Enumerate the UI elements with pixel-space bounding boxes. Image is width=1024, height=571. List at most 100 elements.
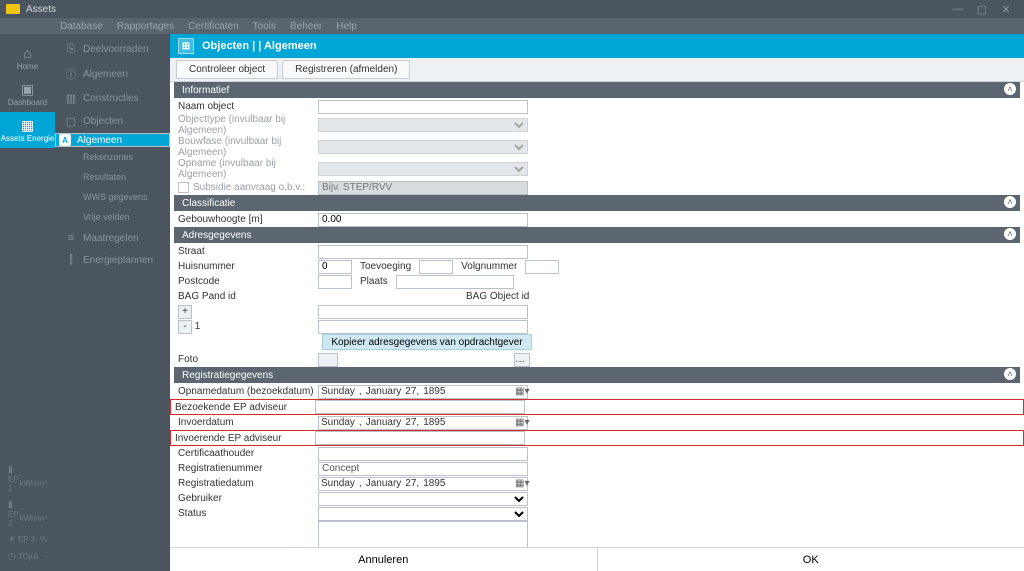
select-gebruiker[interactable] <box>318 492 528 506</box>
nav-wws[interactable]: WWS gegevens <box>55 187 170 207</box>
metric-ep3: ✶ EP 3- % <box>0 531 55 548</box>
rail-dashboard[interactable]: ▣Dashboard <box>0 76 55 112</box>
menubar: Database Rapportages Certificaten Tools … <box>0 18 1024 34</box>
close-button[interactable]: ✕ <box>994 3 1018 16</box>
label-straat: Straat <box>174 246 314 257</box>
footer: Annuleren OK <box>170 547 1024 571</box>
photo-more-button[interactable]: … <box>514 353 530 367</box>
nav: ⎘Deelvoorraden ⓘAlgemeen ▥Constructies ▢… <box>55 34 170 571</box>
input-volgnummer[interactable] <box>525 260 559 274</box>
section-classificatie[interactable]: Classificatie˄ <box>174 195 1020 211</box>
label-bouwfase: Bouwfase (invulbaar bij Algemeen) <box>174 136 314 158</box>
menu-rapportages[interactable]: Rapportages <box>117 21 174 32</box>
calendar-icon[interactable]: ▦▾ <box>513 478 525 489</box>
share-icon: ⎘ <box>65 43 77 56</box>
label-invoerdatum: Invoerdatum <box>174 417 314 428</box>
select-objecttype <box>318 118 528 132</box>
input-naam-object[interactable] <box>318 100 528 114</box>
input-toevoeging[interactable] <box>419 260 453 274</box>
menu-help[interactable]: Help <box>336 21 357 32</box>
collapse-icon[interactable]: ˄ <box>1004 228 1016 240</box>
highlight-invoerende: Invoerende EP adviseur <box>170 430 1024 446</box>
input-invoerende[interactable] <box>315 431 525 445</box>
date-invoerdatum[interactable]: Sunday,January27,1895▦▾ <box>318 416 528 430</box>
input-straat[interactable] <box>318 245 528 259</box>
select-opname <box>318 162 528 176</box>
checkbox-subsidie[interactable] <box>178 182 189 193</box>
label-registratienummer: Registratienummer <box>174 463 314 474</box>
calendar-icon[interactable]: ▦▾ <box>513 417 525 428</box>
date-opnamedatum[interactable]: Sunday,January27,1895▦▾ <box>318 385 528 399</box>
label-bag-object: BAG Object id <box>462 291 529 302</box>
nav-algemeen[interactable]: AAlgemeen <box>55 133 170 147</box>
form-scroll[interactable]: Informatief˄ Naam object Objecttype (inv… <box>170 82 1024 547</box>
nav-energieplannen[interactable]: ⫿Energieplannen <box>55 249 170 272</box>
label-bag-pand: BAG Pand id <box>174 291 314 302</box>
nav-objecten[interactable]: ▢Objecten <box>55 110 170 133</box>
menu-beheer[interactable]: Beheer <box>290 21 322 32</box>
nav-resultaten[interactable]: Resultaten <box>55 167 170 187</box>
select-status[interactable] <box>318 507 528 521</box>
tab-registreren[interactable]: Registreren (afmelden) <box>282 60 410 79</box>
input-huisnummer[interactable] <box>318 260 352 274</box>
textarea-notes[interactable] <box>318 521 528 547</box>
rail-assets-energie[interactable]: ▦Assets Energie <box>0 112 55 148</box>
list-icon: ≡ <box>65 232 77 244</box>
value-registratienummer: Concept <box>318 462 528 476</box>
rail-home[interactable]: ⌂Home <box>0 40 55 76</box>
label-certificaathouder: Certificaathouder <box>174 448 314 459</box>
nav-vrije-velden[interactable]: Vrije velden <box>55 207 170 227</box>
calendar-icon[interactable]: ▦▾ <box>513 386 525 397</box>
cancel-button[interactable]: Annuleren <box>170 548 597 571</box>
photo-button[interactable] <box>318 353 338 367</box>
input-plaats[interactable] <box>396 275 514 289</box>
dashboard-icon: ▣ <box>21 82 34 96</box>
input-certificaathouder[interactable] <box>318 447 528 461</box>
add-button[interactable]: + <box>178 305 192 319</box>
input-bezoekende[interactable] <box>315 400 525 414</box>
section-adresgegevens[interactable]: Adresgegevens˄ <box>174 227 1020 243</box>
input-gebouwhoogte[interactable] <box>318 213 528 227</box>
minimize-button[interactable]: — <box>946 3 970 15</box>
label-gebruiker: Gebruiker <box>174 493 314 504</box>
collapse-icon[interactable]: ˄ <box>1004 83 1016 95</box>
input-bag-row[interactable] <box>318 320 528 334</box>
nav-deelvoorraden[interactable]: ⎘Deelvoorraden <box>55 38 170 61</box>
date-registratiedatum[interactable]: Sunday,January27,1895▦▾ <box>318 477 528 491</box>
label-toevoeging: Toevoeging <box>360 261 411 272</box>
nav-rekenzones[interactable]: Rekenzones <box>55 147 170 167</box>
menu-database[interactable]: Database <box>60 21 103 32</box>
rail: ⌂Home ▣Dashboard ▦Assets Energie ▮ EP 1-… <box>0 34 55 571</box>
algemeen-badge: A <box>59 134 71 146</box>
label-naam-object: Naam object <box>174 101 314 112</box>
collapse-icon[interactable]: ˄ <box>1004 196 1016 208</box>
label-volgnummer: Volgnummer <box>461 261 517 272</box>
building-icon: ▦ <box>21 118 34 132</box>
section-informatief[interactable]: Informatief˄ <box>174 82 1020 98</box>
ok-button[interactable]: OK <box>598 548 1024 571</box>
section-registratie[interactable]: Registratiegegevens˄ <box>174 367 1020 383</box>
label-objecttype: Objecttype (invulbaar bij Algemeen) <box>174 114 314 136</box>
label-opnamedatum: Opnamedatum (bezoekdatum) <box>174 386 314 397</box>
object-icon: ▢ <box>65 115 77 128</box>
breadcrumb-text: Objecten | | Algemeen <box>202 40 317 52</box>
layers-icon: ▥ <box>65 92 77 105</box>
label-invoerende: Invoerende EP adviseur <box>171 433 311 444</box>
collapse-icon[interactable]: ˄ <box>1004 368 1016 380</box>
maximize-button[interactable]: ▢ <box>970 3 994 16</box>
menu-certificaten[interactable]: Certificaten <box>188 21 239 32</box>
highlight-bezoekende: Bezoekende EP adviseur <box>170 399 1024 415</box>
home-icon: ⌂ <box>23 46 31 60</box>
tab-controleer[interactable]: Controleer object <box>176 60 278 79</box>
nav-constructies[interactable]: ▥Constructies <box>55 87 170 110</box>
label-huisnummer: Huisnummer <box>174 261 314 272</box>
input-bag-object[interactable] <box>318 305 528 319</box>
nav-algemeen-top[interactable]: ⓘAlgemeen <box>55 61 170 87</box>
label-status: Status <box>174 508 314 519</box>
remove-button[interactable]: - <box>178 320 192 334</box>
menu-tools[interactable]: Tools <box>253 21 276 32</box>
label-plaats: Plaats <box>360 276 388 287</box>
copy-address-button[interactable]: Kopieer adresgegevens van opdrachtgever <box>322 334 532 350</box>
nav-maatregelen[interactable]: ≡Maatregelen <box>55 227 170 249</box>
input-postcode[interactable] <box>318 275 352 289</box>
